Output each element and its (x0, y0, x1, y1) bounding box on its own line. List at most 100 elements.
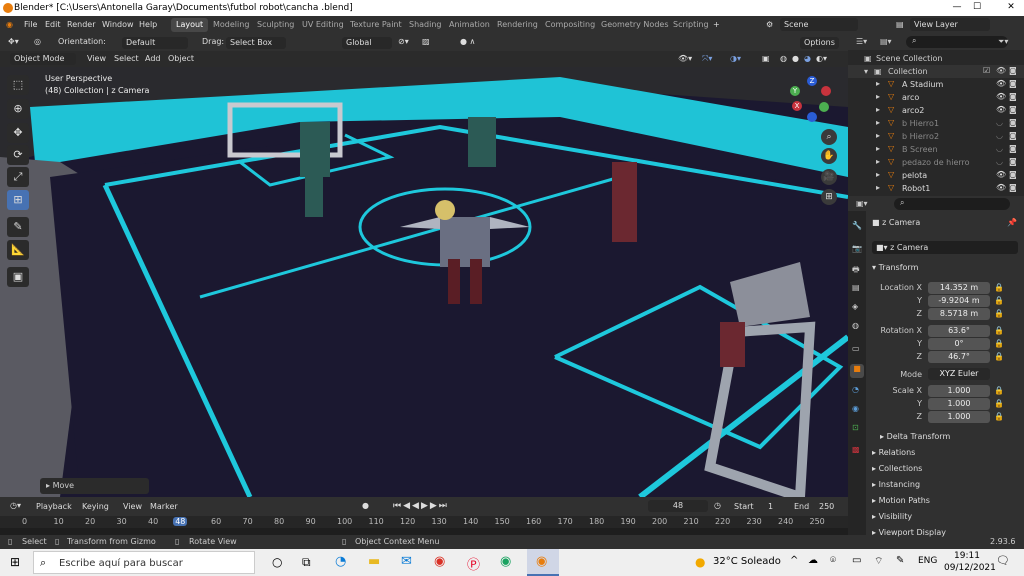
rotate-tool-icon[interactable]: ⟳ (7, 145, 29, 165)
viewport-menu-select[interactable]: Select (114, 54, 139, 66)
pan-hand-icon[interactable]: ✋ (821, 148, 837, 164)
clock-time[interactable]: 19:11 (954, 551, 980, 561)
world-tab-icon[interactable]: ◍ (852, 321, 859, 330)
proportional-edit-icon[interactable]: ● ∧ (460, 37, 475, 49)
windows-start-icon[interactable]: ⊞ (10, 555, 20, 569)
expand-arrow-icon[interactable]: ▸ (876, 79, 880, 88)
rotation-mode-dropdown[interactable]: XYZ Euler (928, 368, 990, 380)
annotate-tool-icon[interactable]: ✎ (7, 217, 29, 237)
section-viewport-display[interactable]: ▸ Viewport Display (872, 528, 946, 537)
preview-range-icon[interactable]: ◷ (714, 501, 721, 513)
viewport-menu-view[interactable]: View (87, 54, 106, 66)
start-value[interactable]: 1 (768, 502, 773, 514)
orientation-dropdown[interactable]: Default (122, 37, 188, 49)
properties-search-input[interactable]: ⌕ (894, 198, 1010, 210)
collection-tab-icon[interactable]: ▭ (852, 344, 860, 353)
eye-icon[interactable]: 👁 (996, 183, 1006, 192)
tab-layout[interactable]: Layout (171, 18, 209, 32)
pen-icon[interactable]: ✎ (896, 555, 904, 566)
drag-dropdown[interactable]: Select Box (226, 37, 286, 49)
lock-rotation-x-icon[interactable]: 🔒 (994, 326, 1004, 335)
playhead-frame[interactable]: 48 (173, 517, 188, 526)
camera-icon[interactable]: ◙ (1009, 92, 1017, 101)
minimize-button[interactable]: — (950, 2, 964, 14)
camera-icon[interactable]: ◙ (1009, 183, 1017, 192)
ortho-grid-icon[interactable]: ⊞ (821, 189, 837, 205)
network-icon[interactable]: ⌾ (830, 555, 836, 566)
add-cube-tool-icon[interactable]: ▣ (7, 267, 29, 287)
location-x-field[interactable]: 14.352 m (928, 282, 990, 294)
lock-location-y-icon[interactable]: 🔒 (994, 296, 1004, 305)
outliner-item[interactable]: ▸ ▽ A Stadium 👁 ◙ (848, 78, 1024, 91)
tab-compositing[interactable]: Compositing (540, 18, 600, 32)
blender-menu-icon[interactable]: ◉ (6, 20, 13, 29)
tab-sculpting[interactable]: Sculpting (252, 18, 299, 32)
blender-taskbar-button[interactable]: ◉ (527, 549, 559, 576)
navigation-gizmo[interactable]: Z Y X (788, 74, 836, 122)
section-motion-paths[interactable]: ▸ Motion Paths (872, 496, 930, 505)
weather-icon[interactable]: ● (695, 555, 705, 569)
mail-icon[interactable]: ✉ (401, 554, 412, 569)
output-tab-icon[interactable]: 🖶 (852, 264, 860, 278)
end-value[interactable]: 250 (819, 502, 834, 514)
menu-file[interactable]: File (24, 20, 37, 29)
scene-selector[interactable]: Scene (780, 18, 858, 31)
menu-render[interactable]: Render (67, 20, 95, 29)
scale-y-field[interactable]: 1.000 (928, 398, 990, 410)
display-mode-icon[interactable]: ▤▾ (880, 37, 892, 46)
current-frame-field[interactable]: 48 (648, 500, 708, 512)
timeline-playback-menu[interactable]: Playback (36, 502, 72, 514)
chrome-icon[interactable]: ◉ (434, 554, 445, 569)
tool-tab-icon[interactable]: 🔧 (852, 221, 862, 230)
rotation-y-field[interactable]: 0° (928, 338, 990, 350)
select-box-icon[interactable]: ⬚ (7, 75, 29, 95)
weather-label[interactable]: 32°C Soleado (713, 556, 781, 567)
options-dropdown[interactable]: Options (800, 37, 839, 49)
pinterest-icon[interactable]: Ⓟ (467, 554, 480, 573)
outliner-item[interactable]: ▸ ▽ arco 👁 ◙ (848, 91, 1024, 104)
pivot-icon[interactable]: ◎ (34, 37, 41, 49)
expand-arrow-icon[interactable]: ▸ (876, 157, 880, 166)
transform-orientation-dropdown[interactable]: Global (342, 37, 392, 49)
playback-controls-icon[interactable]: ⏮◀◀▶▶⏭ (393, 501, 449, 513)
camera-icon[interactable]: ◙ (1009, 144, 1017, 153)
shading-rendered-icon[interactable]: ◐▾ (816, 54, 827, 66)
scale-z-field[interactable]: 1.000 (928, 411, 990, 423)
lock-scale-y-icon[interactable]: 🔒 (994, 399, 1004, 408)
gizmo-toggle-icon[interactable]: ⤧▾ (702, 54, 712, 66)
tab-uv-editing[interactable]: UV Editing (297, 18, 349, 32)
3d-viewport[interactable] (0, 67, 848, 497)
lock-rotation-z-icon[interactable]: 🔒 (994, 352, 1004, 361)
outliner-item[interactable]: ▸ ▽ arco2 👁 ◙ (848, 104, 1024, 117)
eye-icon[interactable]: ◡ (996, 131, 1003, 140)
rotation-z-field[interactable]: 46.7° (928, 351, 990, 363)
eye-icon[interactable]: 👁 (996, 92, 1006, 101)
close-button[interactable]: ✕ (1004, 2, 1018, 14)
transform-tool-icon-active[interactable]: ⊞ (7, 190, 29, 210)
tab-animation[interactable]: Animation (444, 18, 495, 32)
edge-icon[interactable]: ◔ (335, 554, 346, 569)
gizmo-z-axis[interactable]: Z (807, 76, 817, 86)
snap-icon[interactable]: ⊘▾ (398, 37, 409, 49)
transform-tool-icon[interactable]: ✥▾ (8, 37, 19, 49)
object-name-field[interactable]: ■▾ z Camera (872, 241, 1018, 254)
camera-icon[interactable]: ◙ (1009, 170, 1017, 179)
eye-icon[interactable]: ◡ (996, 144, 1003, 153)
outliner-item[interactable]: ▸ ▽ pelota 👁 ◙ (848, 169, 1024, 182)
tab-scripting[interactable]: Scripting (668, 18, 714, 32)
viewport-menu-add[interactable]: Add (145, 54, 161, 66)
record-icon[interactable]: ● (362, 501, 369, 513)
section-visibility[interactable]: ▸ Visibility (872, 512, 912, 521)
scale-x-field[interactable]: 1.000 (928, 385, 990, 397)
menu-window[interactable]: Window (102, 20, 134, 29)
physics-tab-icon[interactable]: ◉ (852, 404, 859, 413)
tab-rendering[interactable]: Rendering (492, 18, 543, 32)
camera-icon[interactable]: ◙ (1009, 105, 1017, 114)
properties-editor-icon[interactable]: ▣▾ (856, 199, 868, 208)
zoom-icon[interactable]: ⌕ (821, 129, 837, 145)
section-relations[interactable]: ▸ Relations (872, 448, 915, 457)
tray-chevron-icon[interactable]: ^ (790, 555, 798, 566)
lock-rotation-y-icon[interactable]: 🔒 (994, 339, 1004, 348)
section-instancing[interactable]: ▸ Instancing (872, 480, 920, 489)
modifier-tab-icon[interactable]: ◔ (852, 385, 859, 394)
